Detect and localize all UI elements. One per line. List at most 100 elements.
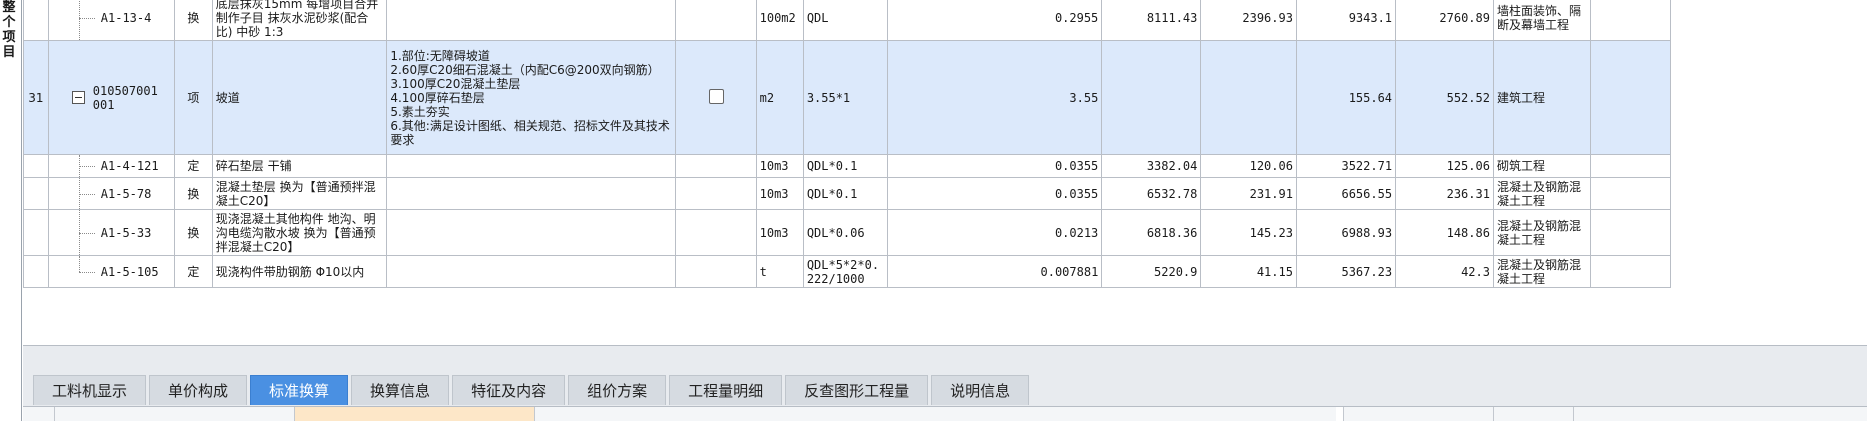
bill-code-text: 010507001001 [92, 83, 158, 112]
item-type-cell: 换 [174, 209, 213, 256]
quantity-expression-cell[interactable]: QDL*0.1 [802, 177, 888, 210]
row-number-cell: 31 [23, 40, 49, 155]
tab-graphic-quantity[interactable]: 反查图形工程量 [785, 375, 929, 405]
quota-code-cell[interactable]: A1-4-121 [47, 154, 176, 178]
tab-resource-display[interactable]: 工料机显示 [33, 375, 147, 405]
bill-table: A1-13-4 换底层抹灰15mm 每增项目合并制作子目 抹灰水泥砂浆(配合比) … [23, 0, 1672, 288]
total-price-cell: 2396.93 [1200, 0, 1297, 41]
bill-grid: A1-13-4 换底层抹灰15mm 每增项目合并制作子目 抹灰水泥砂浆(配合比) … [23, 0, 1867, 345]
quantity-expression-cell[interactable]: QDL [802, 0, 888, 41]
specialty-cell: 砌筑工程 [1492, 154, 1591, 178]
bottom-tab-bar: 工料机显示 单价构成 标准换算 换算信息 特征及内容 组价方案 工程量明细 反查图形工程量 说明… [33, 375, 1032, 405]
bill-table-body: A1-13-4 换底层抹灰15mm 每增项目合并制作子目 抹灰水泥砂浆(配合比) … [23, 0, 1672, 288]
item-feature-cell[interactable]: 1.部位:无障碍坡道 2.60厚C20细石混凝土（内配C6@200双向钢筋） 3… [386, 40, 677, 155]
quantity-cell[interactable]: 3.55 [886, 40, 1103, 155]
quota-item-row[interactable]: A1-5-78 换混凝土垫层 换为【普通预拌混凝土C20】 10m3 QDL*0.1 0… [23, 177, 1672, 210]
unit-price-cell [1101, 40, 1202, 155]
quota-item-row[interactable]: A1-13-4 换底层抹灰15mm 每增项目合并制作子目 抹灰水泥砂浆(配合比) … [23, 0, 1672, 41]
composite-total-cell: 42.3 [1395, 255, 1494, 288]
quantity-expression-cell[interactable]: QDL*0.1 [802, 154, 888, 178]
tab-quantity-details[interactable]: 工程量明细 [669, 375, 783, 405]
quota-item-row[interactable]: A1-4-121 定碎石垫层 干铺 10m3 QDL*0.1 0.0355 3382.04… [23, 154, 1672, 178]
specialty-cell: 混凝土及钢筋混凝土工程 [1492, 209, 1591, 256]
item-feature-cell[interactable] [386, 255, 677, 288]
item-name-cell[interactable]: 坡道 [211, 40, 388, 155]
unit-price-cell: 5220.9 [1101, 255, 1202, 288]
quota-code-cell[interactable]: A1-13-4 [47, 0, 176, 41]
detail-header-cell-highlight [295, 407, 535, 421]
quota-code-cell[interactable]: A1-5-78 [47, 177, 176, 210]
quantity-expression-cell[interactable]: 3.55*1 [802, 40, 888, 155]
item-name-cell[interactable]: 碎石垫层 干铺 [211, 154, 388, 178]
quota-code-cell[interactable]: A1-5-33 [47, 209, 176, 256]
row-checkbox[interactable] [708, 88, 724, 104]
quantity-cell[interactable]: 0.0213 [886, 209, 1103, 256]
left-side-panel: 整个项目 [0, 0, 22, 421]
row-number-cell [23, 209, 49, 256]
composite-total-cell: 148.86 [1395, 209, 1494, 256]
quota-item-row[interactable]: A1-5-33 换现浇混凝土其他构件 地沟、明沟电缆沟散水坡 换为【普通预拌混凝土… [23, 209, 1672, 256]
quantity-cell[interactable]: 0.007881 [886, 255, 1103, 288]
item-type-cell: 定 [174, 255, 213, 288]
row-number-cell [23, 255, 49, 288]
composite-unit-price-cell: 6988.93 [1295, 209, 1397, 256]
composite-unit-price-cell: 5367.23 [1295, 255, 1397, 288]
item-type-cell: 换 [174, 177, 213, 210]
quota-code-cell[interactable]: A1-5-105 [47, 255, 176, 288]
detail-header-cell [23, 407, 55, 421]
bill-code-cell[interactable]: 010507001001 [47, 40, 176, 155]
item-name-cell[interactable]: 现浇混凝土其他构件 地沟、明沟电缆沟散水坡 换为【普通预拌混凝土C20】 [211, 209, 388, 256]
item-type-cell: 换 [174, 0, 213, 41]
item-feature-cell[interactable] [386, 209, 677, 256]
tab-description[interactable]: 说明信息 [931, 375, 1030, 405]
project-scope-label[interactable]: 整个项目 [1, 0, 17, 60]
item-feature-cell[interactable] [386, 177, 677, 210]
blank-cell [1589, 209, 1672, 256]
collapse-toggle-icon[interactable] [71, 91, 85, 104]
item-feature-cell[interactable] [386, 0, 677, 41]
unit-cell: m2 [755, 40, 804, 155]
checkbox-cell[interactable] [675, 0, 757, 41]
item-feature-cell[interactable] [386, 154, 677, 178]
composite-unit-price-cell: 3522.71 [1295, 154, 1397, 178]
tab-features-content[interactable]: 特征及内容 [452, 375, 566, 405]
quantity-expression-cell[interactable]: QDL*5*2*0.222/1000 [802, 255, 888, 288]
quota-item-row[interactable]: A1-5-105 定现浇构件带肋钢筋 Φ10以内 t QDL*5*2*0.222/10… [23, 255, 1672, 288]
composite-unit-price-cell: 9343.1 [1295, 0, 1397, 41]
tab-conversion-info[interactable]: 换算信息 [351, 375, 450, 405]
item-type-cell: 项 [174, 40, 213, 155]
item-name-cell[interactable]: 现浇构件带肋钢筋 Φ10以内 [211, 255, 388, 288]
checkbox-cell[interactable] [675, 40, 757, 155]
checkbox-cell[interactable] [675, 209, 757, 256]
total-price-cell: 231.91 [1200, 177, 1297, 210]
item-name-cell[interactable]: 底层抹灰15mm 每增项目合并制作子目 抹灰水泥砂浆(配合比) 中砂 1:3 [211, 0, 388, 41]
item-name-cell[interactable]: 混凝土垫层 换为【普通预拌混凝土C20】 [211, 177, 388, 210]
quantity-expression-cell[interactable]: QDL*0.06 [802, 209, 888, 256]
row-number-cell [23, 177, 49, 210]
quota-code-text: A1-4-121 [100, 159, 159, 173]
unit-cell: 10m3 [755, 209, 804, 256]
blank-cell [1589, 0, 1672, 41]
checkbox-cell[interactable] [675, 154, 757, 178]
tree-branch-line [78, 17, 95, 19]
blank-cell [1589, 177, 1672, 210]
specialty-cell: 墙柱面装饰、隔断及幕墙工程 [1492, 0, 1591, 41]
total-price-cell: 145.23 [1200, 209, 1297, 256]
quantity-cell[interactable]: 0.0355 [886, 154, 1103, 178]
checkbox-cell[interactable] [675, 177, 757, 210]
tab-pricing-scheme[interactable]: 组价方案 [568, 375, 667, 405]
specialty-cell: 混凝土及钢筋混凝土工程 [1492, 177, 1591, 210]
total-price-cell: 120.06 [1200, 154, 1297, 178]
tree-connector-line [78, 0, 80, 40]
tab-standard-conversion[interactable]: 标准换算 [250, 375, 349, 405]
unit-cell: 10m3 [755, 177, 804, 210]
quantity-cell[interactable]: 0.0355 [886, 177, 1103, 210]
tab-price-composition[interactable]: 单价构成 [149, 375, 248, 405]
quota-code-text: A1-5-78 [100, 186, 152, 201]
panel-splitter[interactable] [1336, 407, 1344, 421]
unit-cell: 100m2 [755, 0, 804, 41]
bill-item-row[interactable]: 31 010507001001 项坡道 1.部位:无障碍坡道 2.60厚C20细石混凝… [23, 40, 1672, 155]
checkbox-cell[interactable] [675, 255, 757, 288]
quantity-cell[interactable]: 0.2955 [886, 0, 1103, 41]
tree-branch-line [78, 166, 95, 167]
